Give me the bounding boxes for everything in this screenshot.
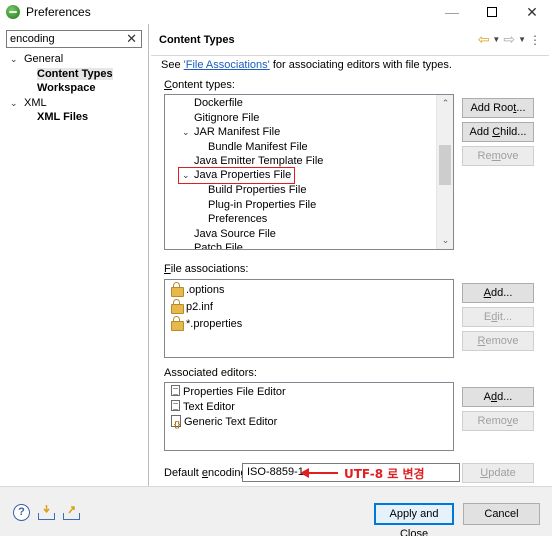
- remove-content-type-button[interactable]: Remove: [462, 146, 534, 166]
- chevron-down-icon[interactable]: ▼: [492, 35, 500, 44]
- default-encoding-label: Default encoding:: [164, 467, 250, 479]
- tree-item-jar-manifest-file[interactable]: ⌄ JAR Manifest File: [182, 125, 280, 140]
- page-header: Content Types ⇦ ▼ ⇨ ▼ ⋮: [151, 24, 549, 56]
- list-item[interactable]: Properties File Editor: [171, 385, 286, 400]
- tree-item-bundle-manifest-file[interactable]: Bundle Manifest File: [208, 140, 308, 155]
- tree-item-build-properties-file[interactable]: Build Properties File: [208, 183, 306, 198]
- associated-editors-list[interactable]: Properties File Editor Text Editor Gener…: [164, 382, 454, 451]
- header-divider: [151, 55, 549, 56]
- text-file-icon: [171, 400, 180, 411]
- tree-item-workspace[interactable]: Workspace: [0, 81, 148, 96]
- edit-file-association-button[interactable]: Edit...: [462, 307, 534, 327]
- eclipse-app-icon: [6, 5, 20, 19]
- history-nav: ⇦ ▼ ⇨ ▼ ⋮: [478, 31, 541, 48]
- chevron-down-icon[interactable]: ⌄: [182, 125, 190, 140]
- lock-icon: [171, 316, 184, 331]
- file-associations-list[interactable]: .options p2.inf *.properties: [164, 279, 454, 358]
- scroll-down-icon[interactable]: ⌄: [437, 232, 453, 249]
- tree-item-content-types[interactable]: Content Types: [0, 67, 148, 82]
- tree-item-dockerfile[interactable]: Dockerfile: [194, 96, 243, 111]
- dialog-button-bar: ? Apply and Close Cancel: [0, 487, 552, 536]
- vertical-scrollbar[interactable]: ⌃ ⌄: [436, 95, 453, 249]
- list-item[interactable]: p2.inf: [171, 299, 213, 315]
- filter-input-value: encoding: [10, 33, 55, 45]
- filter-input[interactable]: encoding ✕: [6, 30, 142, 48]
- clear-filter-icon[interactable]: ✕: [126, 31, 137, 47]
- content-types-page: Content Types ⇦ ▼ ⇨ ▼ ⋮ See 'File Associ…: [151, 24, 549, 486]
- tree-item-xml[interactable]: ⌄ XML: [0, 96, 148, 111]
- title-bar: Preferences — ✕: [0, 0, 552, 24]
- export-preferences-icon[interactable]: [63, 505, 80, 520]
- properties-file-icon: [171, 385, 180, 396]
- tree-item-gitignore-file[interactable]: Gitignore File: [194, 111, 259, 126]
- cancel-button[interactable]: Cancel: [463, 503, 540, 525]
- encoding-annotation: UTF-8 로 변경: [344, 467, 425, 481]
- preferences-nav-pane: encoding ✕ ⌄ General Content Types Works…: [0, 24, 148, 486]
- pane-divider[interactable]: [148, 24, 149, 486]
- tree-item-java-source-file[interactable]: Java Source File: [194, 227, 276, 242]
- add-root-button[interactable]: Add Root...: [462, 98, 534, 118]
- tree-item-general[interactable]: ⌄ General: [0, 52, 148, 67]
- associated-editors-label: Associated editors:: [164, 367, 257, 379]
- close-button[interactable]: ✕: [512, 0, 552, 24]
- content-types-label: Content types:: [164, 79, 235, 91]
- chevron-down-icon[interactable]: ⌄: [182, 168, 190, 182]
- chevron-down-icon[interactable]: ⌄: [10, 96, 20, 111]
- forward-arrow-icon[interactable]: ⇨: [503, 31, 515, 48]
- help-icon[interactable]: ?: [13, 504, 30, 521]
- file-associations-link[interactable]: 'File Associations': [184, 59, 270, 71]
- content-types-tree[interactable]: Dockerfile Gitignore File ⌄ JAR Manifest …: [164, 94, 454, 250]
- back-arrow-icon[interactable]: ⇦: [478, 31, 490, 48]
- lock-icon: [171, 299, 184, 314]
- preferences-tree: ⌄ General Content Types Workspace ⌄ XML …: [0, 52, 148, 125]
- scrollbar-thumb[interactable]: [439, 145, 451, 185]
- tree-item-plugin-properties-file[interactable]: Plug-in Properties File: [208, 198, 316, 213]
- list-item[interactable]: Text Editor: [171, 400, 235, 415]
- list-item[interactable]: *.properties: [171, 316, 242, 332]
- list-item[interactable]: .options: [171, 282, 225, 298]
- import-preferences-icon[interactable]: [38, 505, 55, 520]
- view-menu-icon[interactable]: ⋮: [529, 33, 541, 47]
- maximize-icon: [487, 7, 497, 17]
- default-encoding-input[interactable]: ISO-8859-1 UTF-8 로 변경: [242, 463, 460, 482]
- update-encoding-button[interactable]: Update: [462, 463, 534, 483]
- page-title: Content Types: [159, 34, 235, 46]
- scroll-up-icon[interactable]: ⌃: [437, 95, 453, 112]
- maximize-button[interactable]: [472, 0, 512, 24]
- tree-item-xml-files[interactable]: XML Files: [0, 110, 148, 125]
- file-associations-hint: See 'File Associations' for associating …: [161, 59, 452, 71]
- apply-and-close-button[interactable]: Apply and Close: [374, 503, 454, 536]
- lock-icon: [171, 282, 184, 297]
- close-icon: ✕: [526, 3, 538, 20]
- minimize-icon: —: [445, 4, 459, 20]
- tree-item-java-properties-file[interactable]: ⌄ Java Properties File: [178, 167, 296, 184]
- list-item[interactable]: Generic Text Editor: [171, 415, 277, 432]
- default-encoding-value: ISO-8859-1: [247, 466, 304, 478]
- chevron-down-icon[interactable]: ▼: [518, 35, 526, 44]
- annotation-arrow-line: [308, 472, 338, 474]
- add-editor-button[interactable]: Add...: [462, 387, 534, 407]
- tree-item-patch-file[interactable]: Patch File: [194, 241, 243, 249]
- window-title: Preferences: [26, 5, 91, 19]
- generic-editor-icon: [171, 415, 182, 432]
- minimize-button[interactable]: —: [432, 0, 472, 24]
- tree-item-preferences[interactable]: Preferences: [208, 212, 267, 227]
- remove-editor-button[interactable]: Remove: [462, 411, 534, 431]
- add-file-association-button[interactable]: Add...: [462, 283, 534, 303]
- file-associations-label: File associations:: [164, 263, 249, 275]
- chevron-down-icon[interactable]: ⌄: [10, 52, 20, 67]
- remove-file-association-button[interactable]: Remove: [462, 331, 534, 351]
- add-child-button[interactable]: Add Child...: [462, 122, 534, 142]
